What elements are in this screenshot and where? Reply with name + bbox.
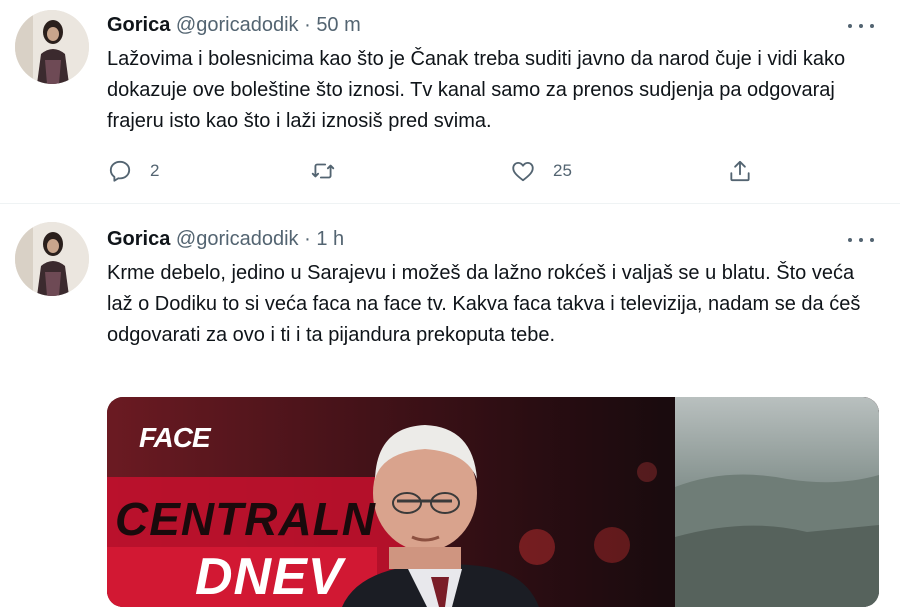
share-icon — [730, 160, 750, 182]
author-handle[interactable]: @goricadodik — [176, 228, 299, 250]
banner-text-line1: CENTRALN — [115, 493, 376, 545]
more-icon — [870, 238, 874, 242]
retweet-button[interactable] — [310, 155, 353, 187]
tweet-header: Gorica @goricadodik · 50 m — [107, 13, 361, 37]
heart-icon — [512, 161, 534, 182]
tweet-text: Krme debelo, jedino u Sarajevu i možeš d… — [107, 262, 861, 346]
separator-dot: · — [304, 14, 311, 36]
more-icon — [859, 238, 863, 242]
author-name[interactable]: Gorica — [107, 228, 170, 250]
more-options-button[interactable] — [846, 228, 876, 252]
channel-logo: FACE — [139, 422, 211, 453]
author-handle[interactable]: @goricadodik — [176, 14, 299, 36]
tweet-text: Lažovima i bolesnicima kao što je Čanak … — [107, 48, 846, 132]
share-button[interactable] — [727, 155, 753, 187]
more-icon — [848, 24, 852, 28]
reply-icon — [109, 160, 131, 182]
tweet-header: Gorica @goricadodik · 1 h — [107, 227, 344, 251]
avatar-image — [15, 10, 89, 84]
tweet-media-image[interactable]: FACE CENTRALN DNEV — [107, 397, 879, 607]
banner-text-line2: DNEV — [195, 548, 344, 606]
tweet-1[interactable]: Gorica @goricadodik · 50 m Lažovima i bo… — [0, 0, 900, 203]
more-icon — [848, 238, 852, 242]
avatar-image — [15, 222, 89, 296]
like-button[interactable]: 25 — [510, 155, 572, 187]
author-name[interactable]: Gorica — [107, 14, 170, 36]
avatar[interactable] — [15, 222, 89, 296]
retweet-icon — [311, 163, 335, 179]
avatar[interactable] — [15, 10, 89, 84]
tweet-actions: 2 25 — [107, 155, 767, 187]
tweet-2[interactable]: Gorica @goricadodik · 1 h Krme debelo, j… — [0, 204, 900, 607]
tweet-timestamp[interactable]: 50 m — [316, 14, 360, 36]
more-options-button[interactable] — [846, 14, 876, 38]
reply-count: 2 — [150, 161, 160, 180]
tweet-timestamp[interactable]: 1 h — [316, 228, 344, 250]
separator-dot: · — [304, 228, 311, 250]
more-icon — [870, 24, 874, 28]
more-icon — [859, 24, 863, 28]
reply-button[interactable]: 2 — [107, 155, 159, 187]
like-count: 25 — [553, 161, 572, 180]
